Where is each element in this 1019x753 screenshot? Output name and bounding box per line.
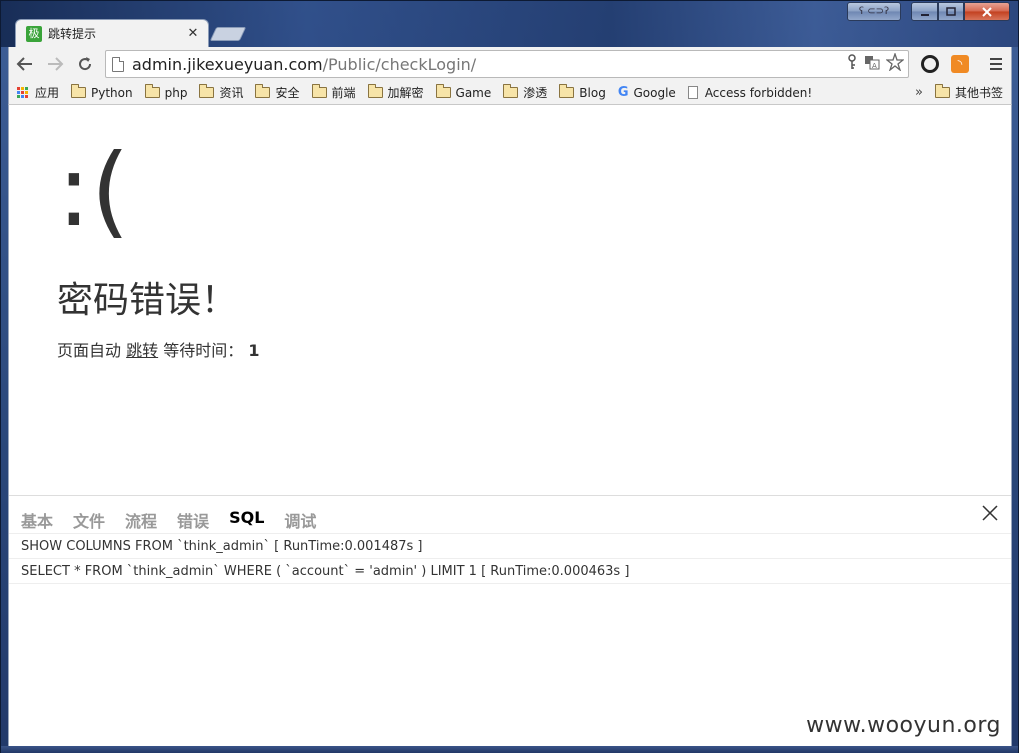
- bookmark-label: 加解密: [387, 86, 424, 100]
- extension-circle-icon[interactable]: [919, 53, 941, 75]
- trace-tab-basic[interactable]: 基本: [21, 508, 53, 532]
- minimize-button[interactable]: [911, 2, 938, 21]
- folder-icon: [503, 84, 519, 98]
- maximize-button[interactable]: [938, 2, 964, 21]
- bookmark-label: Google: [633, 85, 676, 100]
- sql-row: SELECT * FROM `think_admin` WHERE ( `acc…: [9, 559, 1011, 584]
- apps-grid-icon: [17, 86, 29, 99]
- bookmark-google[interactable]: G Google: [618, 85, 676, 100]
- bookmark-star-icon[interactable]: [885, 51, 905, 75]
- bookmark-label: php: [164, 85, 188, 100]
- bookmark-access-forbidden[interactable]: Access forbidden!: [687, 85, 813, 100]
- google-icon: G: [617, 85, 629, 100]
- bookmark-label: 安全: [275, 86, 300, 100]
- translate-icon[interactable]: A: [864, 54, 880, 74]
- trace-sql-list: SHOW COLUMNS FROM `think_admin` [ RunTim…: [9, 533, 1011, 584]
- reload-button[interactable]: [71, 50, 99, 78]
- trace-tabs: 基本 文件 流程 错误 SQL 调试: [21, 508, 336, 532]
- forward-arrow-icon: [48, 57, 64, 71]
- bookmark-folder-blog[interactable]: Blog: [559, 84, 606, 100]
- redirect-notice: 页面自动 跳转 等待时间： 1: [57, 337, 259, 361]
- page-trace-panel: 基本 文件 流程 错误 SQL 调试 SHOW COLUMNS FROM `th…: [9, 495, 1011, 746]
- redirect-link[interactable]: 跳转: [126, 341, 158, 360]
- trace-tab-errors[interactable]: 错误: [177, 508, 209, 532]
- window-controls: ʕ ⊂⊃ʔ: [847, 2, 1010, 21]
- sql-row: SHOW COLUMNS FROM `think_admin` [ RunTim…: [9, 534, 1011, 559]
- maximize-icon: [946, 6, 956, 16]
- trace-tab-flow[interactable]: 流程: [125, 508, 157, 532]
- bookmark-label: 渗透: [523, 86, 548, 100]
- browser-toolbar: admin.jikexueyuan.com/Public/checkLogin/…: [8, 47, 1012, 81]
- bookmark-label: Game: [455, 85, 492, 100]
- tab-active[interactable]: 极 跳转提示 ✕: [15, 19, 209, 47]
- minimize-icon: [920, 13, 929, 16]
- tab-favicon-icon: 极: [26, 25, 42, 42]
- redirect-prefix: 页面自动: [57, 341, 122, 360]
- page-viewport: :( 密码错误！ 页面自动 跳转 等待时间： 1 基本 文件 流程 错误 SQL…: [8, 105, 1012, 746]
- wait-countdown: 1: [248, 341, 260, 360]
- browser-window: 极 跳转提示 ✕ ʕ ⊂⊃ʔ admin.jikexueyuan.com/Pub…: [0, 0, 1019, 753]
- bookmark-folder-security[interactable]: 安全: [255, 84, 300, 101]
- sad-face-icon: :(: [57, 132, 130, 249]
- bookmark-label: Blog: [579, 85, 606, 100]
- page-icon: [687, 86, 698, 99]
- back-arrow-icon: [16, 57, 32, 71]
- user-profile-button[interactable]: ʕ ⊂⊃ʔ: [847, 2, 901, 21]
- close-icon: [982, 6, 992, 17]
- trace-tab-sql[interactable]: SQL: [229, 508, 264, 532]
- folder-icon: [934, 84, 950, 98]
- folder-icon: [255, 84, 271, 98]
- url-text[interactable]: admin.jikexueyuan.com/Public/checkLogin/: [132, 55, 476, 74]
- bookmark-folder-python[interactable]: Python: [71, 84, 133, 100]
- tab-close-icon[interactable]: ✕: [186, 26, 200, 41]
- rss-icon[interactable]: ◝: [949, 53, 971, 75]
- tab-title: 跳转提示: [48, 27, 97, 41]
- address-bar[interactable]: admin.jikexueyuan.com/Public/checkLogin/…: [105, 50, 909, 78]
- folder-icon: [199, 84, 215, 98]
- bookmark-label: 其他书签: [954, 86, 1003, 100]
- trace-tab-files[interactable]: 文件: [73, 508, 105, 532]
- folder-icon: [435, 84, 451, 98]
- svg-text:A: A: [872, 62, 877, 70]
- url-path: /Public/checkLogin/: [322, 54, 477, 74]
- forward-button[interactable]: [41, 50, 69, 78]
- bookmark-folder-crypto[interactable]: 加解密: [367, 84, 424, 101]
- watermark: www.wooyun.org: [806, 713, 1001, 738]
- reload-icon: [79, 57, 92, 71]
- bookmark-folder-game[interactable]: Game: [435, 84, 492, 100]
- folder-icon: [311, 84, 327, 98]
- bookmark-other-folder[interactable]: 其他书签: [934, 84, 1003, 101]
- bookmark-label: Python: [91, 85, 133, 100]
- folder-icon: [367, 84, 383, 98]
- wait-label: 等待时间：: [163, 341, 244, 360]
- url-host: admin.jikexueyuan.com: [132, 54, 323, 74]
- trace-tab-debug[interactable]: 调试: [284, 508, 316, 532]
- bookmark-folder-php[interactable]: php: [144, 84, 188, 100]
- folder-icon: [71, 84, 87, 98]
- bookmark-label: 前端: [331, 86, 356, 100]
- folder-icon: [144, 84, 160, 98]
- title-bar: 极 跳转提示 ✕ ʕ ⊂⊃ʔ: [1, 1, 1018, 47]
- trace-close-button[interactable]: [979, 502, 1001, 524]
- error-message: 密码错误！: [57, 280, 238, 321]
- window-bottom-border: [1, 746, 1018, 753]
- folder-icon: [559, 84, 575, 98]
- back-button[interactable]: [11, 50, 39, 78]
- page-info-icon[interactable]: [112, 56, 124, 72]
- bookmark-label: 资讯: [219, 86, 244, 100]
- bookmark-apps[interactable]: 应用: [17, 84, 59, 101]
- bookmarks-overflow-chevron-icon[interactable]: »: [915, 85, 923, 100]
- chrome-menu-icon[interactable]: [985, 53, 1007, 75]
- bookmark-folder-frontend[interactable]: 前端: [311, 84, 356, 101]
- key-icon[interactable]: [846, 54, 858, 74]
- bookmarks-bar: 应用 Python php 资讯 安全 前端 加解密 Game 渗透 Blog …: [8, 81, 1012, 105]
- bookmark-folder-pentest[interactable]: 渗透: [503, 84, 547, 101]
- close-icon: [982, 505, 998, 521]
- bookmark-folder-news[interactable]: 资讯: [199, 84, 243, 101]
- bookmark-apps-label: 应用: [35, 86, 60, 100]
- bookmark-label: Access forbidden!: [704, 85, 813, 100]
- window-close-button[interactable]: [964, 2, 1010, 21]
